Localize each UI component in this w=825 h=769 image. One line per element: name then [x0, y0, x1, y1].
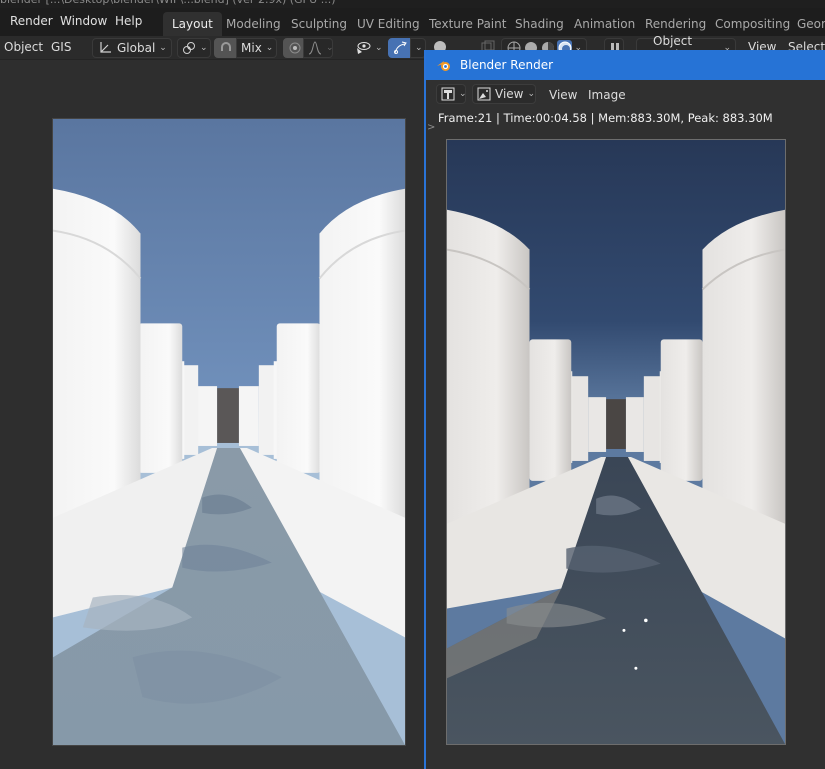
- view-dropdown[interactable]: View ⌄: [472, 84, 536, 104]
- falloff-curve-icon: [308, 40, 322, 56]
- chevron-down-icon: ⌄: [459, 89, 467, 99]
- tab-texture-paint[interactable]: Texture Paint: [420, 12, 515, 36]
- falloff-dropdown[interactable]: ⌄: [303, 38, 334, 58]
- chevron-down-icon: ⌄: [527, 89, 536, 99]
- tab-geometry-nodes[interactable]: Geom: [788, 12, 825, 36]
- view-dropdown-value: View: [495, 87, 524, 101]
- chevron-down-icon: ⌄: [159, 43, 167, 53]
- snap-mode-value: Mix: [241, 41, 262, 55]
- tab-uv-editing[interactable]: UV Editing: [348, 12, 429, 36]
- tab-layout[interactable]: Layout: [163, 12, 222, 36]
- viewport-render-preview: [53, 119, 405, 745]
- chevron-down-icon: ⌄: [265, 43, 274, 53]
- chevron-down-icon: ⌄: [415, 43, 423, 53]
- pivot-point-dropdown[interactable]: ⌄: [177, 38, 211, 58]
- tab-modeling[interactable]: Modeling: [217, 12, 290, 36]
- image-editor-header: ⌄ View ⌄ View Image: [426, 80, 825, 108]
- menu-window[interactable]: Window: [60, 14, 107, 28]
- chevron-down-icon: ⌄: [326, 43, 334, 53]
- blender-logo-icon: [436, 57, 452, 73]
- top-bar: Render Window Help Layout Modeling Sculp…: [0, 8, 825, 36]
- snap-toggle[interactable]: [214, 38, 236, 58]
- editor-type-dropdown[interactable]: ⌄: [436, 84, 467, 104]
- snap-mode-dropdown[interactable]: Mix ⌄: [236, 38, 277, 58]
- 3d-viewport[interactable]: [0, 60, 424, 769]
- gizmo-toggle[interactable]: [388, 38, 410, 58]
- image-editor-icon: [441, 86, 455, 102]
- proportional-edit-icon: [288, 40, 302, 56]
- menu-render[interactable]: Render: [10, 14, 53, 28]
- render-window-title: Blender Render: [460, 58, 554, 72]
- gizmo-toggle-icon: [393, 40, 407, 56]
- object-menu[interactable]: Object: [4, 40, 43, 54]
- tab-animation[interactable]: Animation: [565, 12, 644, 36]
- magnet-snap-icon: [219, 40, 233, 56]
- chevron-down-icon: ⌄: [200, 43, 208, 53]
- tab-sculpting[interactable]: Sculpting: [282, 12, 356, 36]
- tab-rendering[interactable]: Rendering: [636, 12, 715, 36]
- proportional-edit-toggle[interactable]: [283, 38, 303, 58]
- render-window[interactable]: Blender Render ⌄ View ⌄ View Image Frame…: [424, 50, 825, 769]
- os-title-bar: blender [...\Desktop\blender\WIP\...blen…: [0, 0, 825, 8]
- chevron-down-icon: ⌄: [375, 43, 383, 53]
- image-menu[interactable]: Image: [588, 88, 626, 102]
- view-menu[interactable]: View: [549, 88, 577, 102]
- transform-axes-icon: [97, 40, 113, 56]
- image-icon: [477, 86, 491, 102]
- render-result-image[interactable]: [446, 139, 786, 745]
- viewport-camera-frame: [52, 118, 406, 746]
- tab-compositing[interactable]: Compositing: [706, 12, 799, 36]
- selectability-dropdown[interactable]: ⌄: [350, 38, 384, 58]
- render-result-canvas: [447, 140, 785, 744]
- sidebar-toggle[interactable]: >: [427, 122, 435, 133]
- tab-shading[interactable]: Shading: [506, 12, 573, 36]
- transform-orientation-value: Global: [117, 41, 156, 55]
- gis-menu[interactable]: GIS: [51, 40, 71, 54]
- render-window-titlebar[interactable]: Blender Render: [426, 50, 825, 80]
- eye-selectability-icon: [355, 40, 371, 56]
- transform-orientation-dropdown[interactable]: Global ⌄: [92, 38, 172, 58]
- window-title: blender [...\Desktop\blender\WIP\...blen…: [0, 0, 336, 6]
- render-stats: Frame:21 | Time:00:04.58 | Mem:883.30M, …: [438, 111, 773, 125]
- pivot-link-icon: [182, 40, 196, 56]
- menu-help[interactable]: Help: [115, 14, 142, 28]
